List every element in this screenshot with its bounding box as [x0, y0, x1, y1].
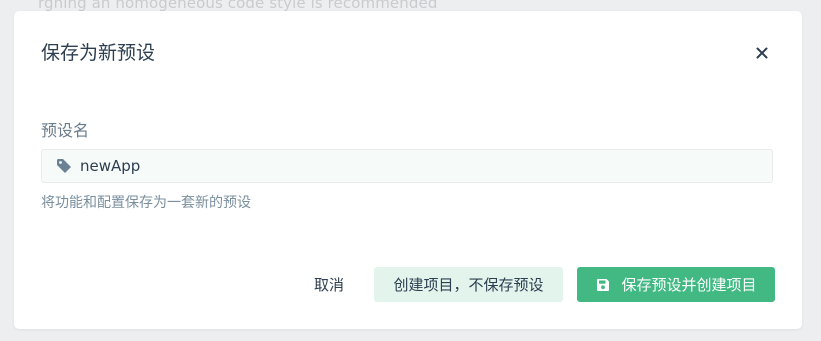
dialog-title: 保存为新预设: [41, 42, 156, 64]
preset-name-description: 将功能和配置保存为一套新的预设: [41, 195, 251, 211]
preset-name-input[interactable]: [80, 157, 680, 175]
cancel-button[interactable]: 取消: [300, 267, 358, 302]
preset-name-label: 预设名: [41, 121, 90, 140]
save-icon: [595, 277, 611, 293]
cancel-button-label: 取消: [313, 276, 344, 294]
close-icon: [756, 47, 768, 59]
create-without-saving-button[interactable]: 创建项目，不保存预设: [374, 267, 563, 302]
save-and-create-button[interactable]: 保存预设并创建项目: [577, 267, 775, 302]
create-without-saving-label: 创建项目，不保存预设: [393, 276, 544, 294]
save-preset-dialog: 保存为新预设 预设名 将功能和配置保存为一套新的预设 取消 创建项目，不保存预设: [14, 11, 802, 329]
tag-icon: [56, 158, 72, 174]
close-button[interactable]: [752, 43, 772, 63]
preset-name-field[interactable]: [41, 149, 773, 183]
save-and-create-label: 保存预设并创建项目: [621, 276, 757, 294]
